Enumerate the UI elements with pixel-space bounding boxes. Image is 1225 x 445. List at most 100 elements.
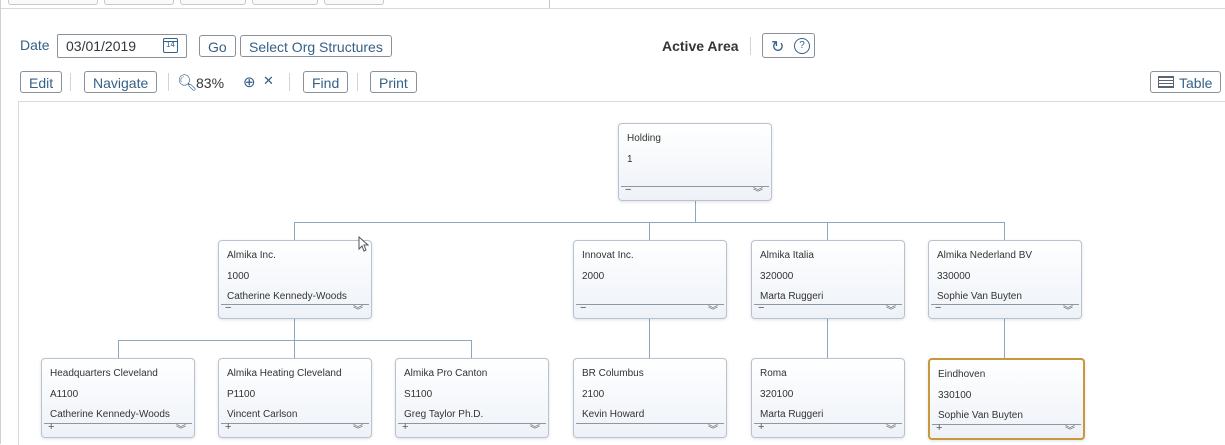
chevron-down-icon[interactable]: ︾ (353, 302, 363, 317)
top-tab[interactable] (252, 0, 318, 5)
chevron-down-icon[interactable]: ︾ (1063, 302, 1073, 317)
collapse-icon[interactable]: − (580, 302, 586, 314)
org-node-heating-cleveland[interactable]: Almika Heating Cleveland P1100 Vincent C… (218, 358, 372, 438)
connector (118, 340, 119, 358)
org-node-almika-nederland[interactable]: Almika Nederland BV 330000 Sophie Van Bu… (928, 240, 1082, 319)
chevron-down-icon[interactable]: ︾ (708, 302, 718, 317)
chevron-down-icon[interactable]: ︾ (353, 421, 363, 436)
org-node-footer: − ︾ (754, 302, 902, 317)
org-node-almika-italia[interactable]: Almika Italia 320000 Marta Ruggeri − ︾ (751, 240, 905, 319)
chevron-down-icon[interactable]: ︾ (886, 421, 896, 436)
org-node-manager: Catherine Kennedy-Woods (227, 291, 347, 302)
org-node-code: A1100 (50, 389, 79, 400)
org-node-name: Almika Heating Cleveland (227, 368, 342, 379)
org-node-code: 2100 (582, 389, 605, 400)
org-node-footer: − ︾ (221, 302, 369, 317)
chevron-down-icon[interactable]: ︾ (886, 302, 896, 317)
org-node-name: Almika Pro Canton (404, 368, 488, 379)
expand-icon[interactable]: + (936, 422, 942, 434)
go-button[interactable]: Go (199, 35, 236, 57)
org-node-code: 320100 (760, 389, 794, 400)
connector (471, 340, 472, 358)
refresh-icon[interactable]: ↻ (771, 37, 784, 57)
org-node-footer: + ︾ (221, 421, 369, 436)
top-tab[interactable] (324, 0, 384, 5)
org-node-pro-canton[interactable]: Almika Pro Canton S1100 Greg Taylor Ph.D… (395, 358, 549, 438)
collapse-icon[interactable]: − (758, 302, 764, 314)
org-node-code: 1 (627, 154, 633, 165)
divider (357, 73, 358, 91)
org-node-name: BR Columbus (582, 368, 644, 379)
org-node-footer: + ︾ (398, 421, 546, 436)
org-node-almika-inc[interactable]: Almika Inc. 1000 Catherine Kennedy-Woods… (218, 240, 372, 319)
fit-to-screen-icon[interactable]: ✕ (263, 73, 274, 89)
collapse-icon[interactable]: − (225, 302, 231, 314)
chevron-down-icon[interactable]: ︾ (176, 421, 186, 436)
connector (294, 340, 295, 358)
connector (827, 222, 828, 240)
org-node-code: S1100 (404, 389, 433, 400)
collapse-icon[interactable]: − (935, 302, 941, 314)
org-node-footer: − ︾ (931, 302, 1079, 317)
org-node-manager: Marta Ruggeri (760, 409, 824, 420)
org-node-br-columbus[interactable]: BR Columbus 2100 Kevin Howard ︾ (573, 358, 727, 438)
org-node-manager: Greg Taylor Ph.D. (404, 409, 484, 420)
org-node-code: P1100 (227, 389, 256, 400)
connector (827, 319, 828, 358)
top-tab[interactable] (8, 0, 98, 5)
org-node-name: Headquarters Cleveland (50, 368, 158, 379)
expand-icon[interactable]: + (225, 421, 231, 433)
connector (1004, 319, 1005, 358)
org-node-footer: + ︾ (932, 422, 1081, 437)
org-node-holding[interactable]: Holding 1 − ︾ (618, 123, 772, 201)
org-node-footer: ︾ (576, 421, 724, 436)
org-node-manager: Vincent Carlson (227, 409, 298, 420)
date-input[interactable]: 03/01/2019 14 (57, 34, 187, 58)
org-node-name: Almika Nederland BV (937, 250, 1033, 261)
org-node-footer: + ︾ (44, 421, 192, 436)
table-icon (1158, 76, 1174, 88)
date-label: Date (20, 37, 50, 53)
org-node-code: 330000 (937, 271, 971, 282)
expand-icon[interactable]: + (48, 421, 54, 433)
org-node-name: Holding (627, 133, 661, 144)
chevron-down-icon[interactable]: ︾ (708, 421, 718, 436)
top-tab[interactable] (104, 0, 174, 5)
edit-button[interactable]: Edit (20, 71, 63, 93)
zoom-level: 83% (196, 75, 225, 91)
connector (649, 222, 650, 240)
org-node-name: Innovat Inc. (582, 250, 634, 261)
active-area-controls: ↻ ? (762, 33, 815, 58)
org-node-hq-cleveland[interactable]: Headquarters Cleveland A1100 Catherine K… (41, 358, 195, 438)
help-icon[interactable]: ? (794, 38, 810, 54)
org-node-eindhoven[interactable]: Eindhoven 330100 Sophie Van Buyten + ︾ (928, 358, 1085, 440)
chevron-down-icon[interactable]: ︾ (530, 421, 540, 436)
org-node-manager: Marta Ruggeri (760, 291, 824, 302)
collapse-icon[interactable]: − (625, 184, 631, 196)
table-label: Table (1179, 75, 1213, 91)
org-node-code: 320000 (760, 271, 794, 282)
expand-icon[interactable]: + (758, 421, 764, 433)
navigate-button[interactable]: Navigate (84, 71, 158, 93)
org-node-name: Roma (760, 368, 787, 379)
chevron-down-icon[interactable]: ︾ (753, 184, 763, 199)
connector (649, 319, 650, 358)
org-node-innovat[interactable]: Innovat Inc. 2000 − ︾ (573, 240, 727, 319)
top-tab[interactable] (180, 0, 246, 5)
table-button[interactable]: Table (1150, 71, 1221, 93)
select-org-structures-button[interactable]: Select Org Structures (240, 35, 392, 57)
find-button[interactable]: Find (303, 71, 349, 93)
zoom-in-icon[interactable]: ⊕ (243, 73, 256, 91)
org-node-footer: − ︾ (621, 184, 769, 199)
org-node-name: Eindhoven (938, 369, 986, 380)
org-node-code: 1000 (227, 271, 250, 282)
org-node-roma[interactable]: Roma 320100 Marta Ruggeri + ︾ (751, 358, 905, 438)
calendar-icon[interactable]: 14 (163, 38, 178, 53)
expand-icon[interactable]: + (402, 421, 408, 433)
print-button[interactable]: Print (370, 71, 417, 93)
org-node-code: 2000 (582, 271, 605, 282)
zoom-out-icon[interactable]: 🔍︎ (177, 73, 197, 93)
connector (294, 319, 295, 341)
org-node-name: Almika Italia (760, 250, 814, 261)
chevron-down-icon[interactable]: ︾ (1065, 422, 1075, 437)
